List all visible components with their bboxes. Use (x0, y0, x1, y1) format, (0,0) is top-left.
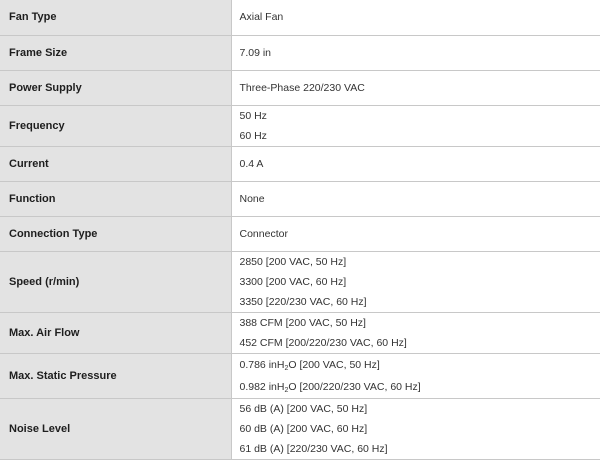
spec-row-current: Current 0.4 A (0, 146, 600, 181)
spec-label: Fan Type (0, 0, 231, 35)
spec-row-fan-type: Fan Type Axial Fan (0, 0, 600, 35)
spec-value-line: 60 dB (A) [200 VAC, 60 Hz] (240, 419, 600, 439)
spec-label: Current (0, 146, 231, 181)
spec-row-function: Function None (0, 181, 600, 216)
spec-value: 50 Hz 60 Hz (231, 105, 600, 146)
spec-value-line: Three-Phase 220/230 VAC (240, 78, 600, 98)
spec-row-frame-size: Frame Size 7.09 in (0, 35, 600, 70)
spec-value-line: 388 CFM [200 VAC, 50 Hz] (240, 313, 600, 333)
spec-value-line: 61 dB (A) [220/230 VAC, 60 Hz] (240, 439, 600, 459)
spec-value-line: 0.4 A (240, 154, 600, 174)
spec-value: 0.786 inH2O [200 VAC, 50 Hz] 0.982 inH2O… (231, 353, 600, 398)
spec-row-frequency: Frequency 50 Hz 60 Hz (0, 105, 600, 146)
spec-value-line: 60 Hz (240, 126, 600, 146)
spec-label: Frequency (0, 105, 231, 146)
spec-label: Max. Static Pressure (0, 353, 231, 398)
spec-label: Connection Type (0, 216, 231, 251)
spec-value-line: 452 CFM [200/220/230 VAC, 60 Hz] (240, 333, 600, 353)
pressure-unit: O (288, 381, 296, 393)
pressure-condition: [200/220/230 VAC, 60 Hz] (297, 381, 421, 393)
spec-value-line: Axial Fan (240, 7, 600, 27)
spec-value-line: 56 dB (A) [200 VAC, 50 Hz] (240, 399, 600, 419)
spec-value: Three-Phase 220/230 VAC (231, 70, 600, 105)
spec-value: 2850 [200 VAC, 50 Hz] 3300 [200 VAC, 60 … (231, 251, 600, 312)
spec-value-line: 3350 [220/230 VAC, 60 Hz] (240, 292, 600, 312)
spec-value: Connector (231, 216, 600, 251)
spec-label: Frame Size (0, 35, 231, 70)
spec-value: Axial Fan (231, 0, 600, 35)
spec-value-line: 2850 [200 VAC, 50 Hz] (240, 252, 600, 272)
spec-row-max-static-pressure: Max. Static Pressure 0.786 inH2O [200 VA… (0, 353, 600, 398)
spec-value-line: 0.786 inH2O [200 VAC, 50 Hz] (240, 354, 600, 376)
spec-label: Speed (r/min) (0, 251, 231, 312)
spec-label: Power Supply (0, 70, 231, 105)
spec-value: None (231, 181, 600, 216)
spec-row-connection-type: Connection Type Connector (0, 216, 600, 251)
pressure-value: 0.786 inH (240, 359, 285, 371)
spec-value-line: 0.982 inH2O [200/220/230 VAC, 60 Hz] (240, 376, 600, 398)
spec-value: 7.09 in (231, 35, 600, 70)
spec-value-line: 50 Hz (240, 106, 600, 126)
pressure-value: 0.982 inH (240, 381, 285, 393)
spec-value: 388 CFM [200 VAC, 50 Hz] 452 CFM [200/22… (231, 312, 600, 353)
spec-row-max-air-flow: Max. Air Flow 388 CFM [200 VAC, 50 Hz] 4… (0, 312, 600, 353)
spec-value: 0.4 A (231, 146, 600, 181)
spec-table: Fan Type Axial Fan Frame Size 7.09 in Po… (0, 0, 600, 460)
spec-value-line: 3300 [200 VAC, 60 Hz] (240, 272, 600, 292)
spec-label: Function (0, 181, 231, 216)
spec-label: Max. Air Flow (0, 312, 231, 353)
pressure-condition: [200 VAC, 50 Hz] (297, 359, 380, 371)
spec-row-power-supply: Power Supply Three-Phase 220/230 VAC (0, 70, 600, 105)
spec-value-line: None (240, 189, 600, 209)
spec-value-line: 7.09 in (240, 43, 600, 63)
spec-value-line: Connector (240, 224, 600, 244)
spec-row-speed: Speed (r/min) 2850 [200 VAC, 50 Hz] 3300… (0, 251, 600, 312)
pressure-unit: O (288, 359, 296, 371)
